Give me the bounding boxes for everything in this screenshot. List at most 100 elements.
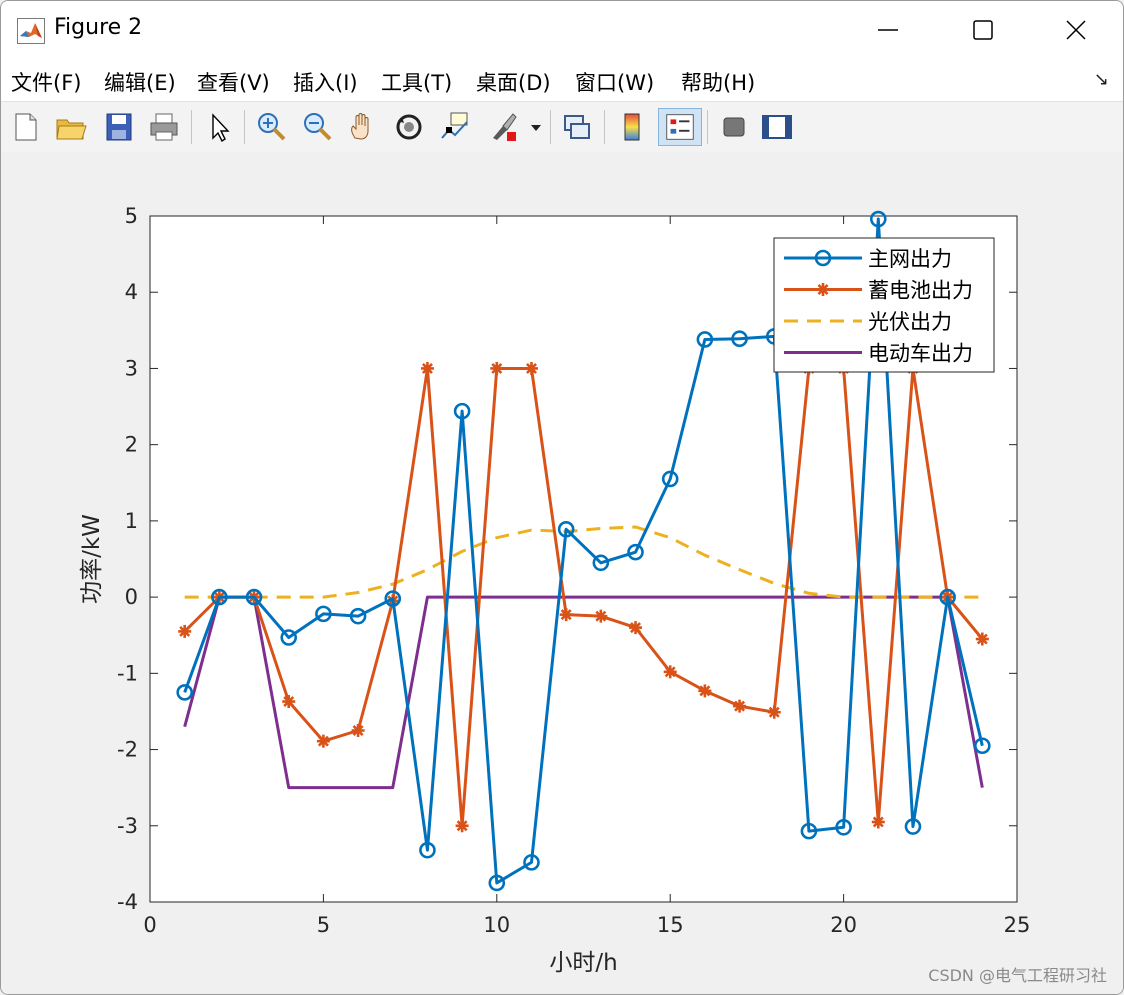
brush-button[interactable] [485,108,521,146]
show-plot-tools-button[interactable] [759,108,795,146]
window-title: Figure 2 [54,15,143,40]
select-arrow-icon [212,113,230,143]
legend-label: 电动车出力 [868,342,973,366]
data-point [733,699,747,713]
hide-plot-tools-button[interactable] [716,108,752,146]
rotate-3d-icon [396,114,422,140]
dock-arrow-icon[interactable]: ↘ [1094,69,1109,90]
title-bar[interactable]: Figure 2 [1,1,1123,59]
y-axis-label: 功率/kW [79,514,105,604]
menu-edit[interactable]: 编辑(E) [104,67,176,97]
toolbar-separator [244,110,245,144]
colorbar-button[interactable] [614,108,650,146]
maximize-icon [973,20,993,40]
x-tick-label: 0 [143,913,156,937]
data-point [455,819,469,833]
toolbar-separator [191,110,192,144]
close-icon [1066,20,1086,40]
x-tick-label: 15 [657,913,684,937]
menu-file[interactable]: 文件(F) [11,67,81,97]
data-point [663,665,677,679]
toolbar-separator [550,110,551,144]
data-point [559,608,573,622]
menu-window[interactable]: 窗口(W) [575,67,654,97]
menu-view[interactable]: 查看(V) [197,67,270,97]
y-tick-label: -2 [117,738,138,762]
y-tick-label: 0 [125,585,138,609]
menu-tools[interactable]: 工具(T) [381,67,452,97]
toolbar-separator [604,110,605,144]
data-point [490,361,504,375]
legend-label: 光伏出力 [868,310,952,334]
open-file-button[interactable] [53,108,89,146]
x-axis-label: 小时/h [549,950,617,976]
y-tick-label: -4 [117,890,138,914]
figure-toolbar [1,101,1123,153]
y-tick-label: 4 [125,280,138,304]
y-tick-label: -3 [117,814,138,838]
link-plot-icon [564,115,590,139]
x-tick-label: 25 [1004,913,1031,937]
colorbar-icon [624,113,640,141]
brush-dropdown-button[interactable] [527,108,545,146]
open-file-icon [56,119,87,140]
menu-bar: 文件(F) 编辑(E) 查看(V) 插入(I) 工具(T) 桌面(D) 窗口(W… [1,59,1123,101]
rotate-3d-button[interactable] [391,108,427,146]
minimize-button[interactable] [865,9,911,51]
legend: 主网出力蓄电池出力光伏出力电动车出力 [773,237,995,373]
new-figure-icon [15,113,37,141]
y-tick-label: 5 [125,204,138,228]
y-tick-label: 1 [125,509,138,533]
menu-insert[interactable]: 插入(I) [293,67,358,97]
data-cursor-button[interactable] [437,108,473,146]
legend-label: 蓄电池出力 [868,279,973,303]
x-tick-label: 5 [317,913,330,937]
toolbar-separator [707,110,708,144]
zoom-in-icon [258,113,286,141]
data-cursor-icon [441,112,468,139]
matlab-logo-icon [17,18,45,44]
close-button[interactable] [1053,9,1099,51]
legend-icon [666,114,694,140]
new-figure-button[interactable] [8,108,44,146]
data-point [816,283,830,296]
watermark-text: CSDN @电气工程研习社 [928,966,1107,985]
brush-dropdown-icon [531,125,541,131]
maximize-button[interactable] [959,9,1005,51]
data-point [698,684,712,698]
x-tick-label: 20 [830,913,857,937]
x-tick-label: 10 [483,913,510,937]
plot-area[interactable]: 0 5 10 15 20 25 -4 -3 -2 -1 0 1 2 3 4 5 小时/h 功率/kW 主网出力蓄电池… [1,152,1123,994]
zoom-in-button[interactable] [253,108,289,146]
save-icon [106,113,132,141]
figure-canvas: 0 5 10 15 20 25 -4 -3 -2 -1 0 1 2 3 4 5 小时/h 功率/kW 主网出力蓄电池… [1,152,1123,994]
legend-label: 主网出力 [868,247,952,271]
y-tick-label: -1 [117,661,138,685]
data-point [524,361,538,375]
y-tick-label: 2 [125,433,138,457]
zoom-out-button[interactable] [299,108,335,146]
print-icon [150,113,178,141]
menu-desktop[interactable]: 桌面(D) [476,67,551,97]
brush-icon [493,113,517,141]
data-point [351,724,365,737]
y-tick-label: 3 [125,356,138,380]
show-plot-tools-icon [762,115,792,139]
link-plot-button[interactable] [559,108,595,146]
select-arrow-button[interactable] [201,108,237,146]
menu-help[interactable]: 帮助(H) [681,67,755,97]
save-button[interactable] [101,108,137,146]
data-point [975,632,989,646]
data-point [871,815,885,829]
figure-window: Figure 2 文件(F) 编辑(E) 查看(V) 插入(I) 工具(T) 桌… [0,0,1124,995]
zoom-out-icon [304,113,332,141]
data-point [767,705,781,719]
data-point [316,734,330,748]
pan-hand-icon [351,113,369,140]
data-point [282,695,296,709]
legend-button[interactable] [658,108,702,146]
pan-button[interactable] [345,108,381,146]
print-button[interactable] [146,108,182,146]
data-point [420,361,434,375]
hide-plot-tools-icon [723,117,745,137]
